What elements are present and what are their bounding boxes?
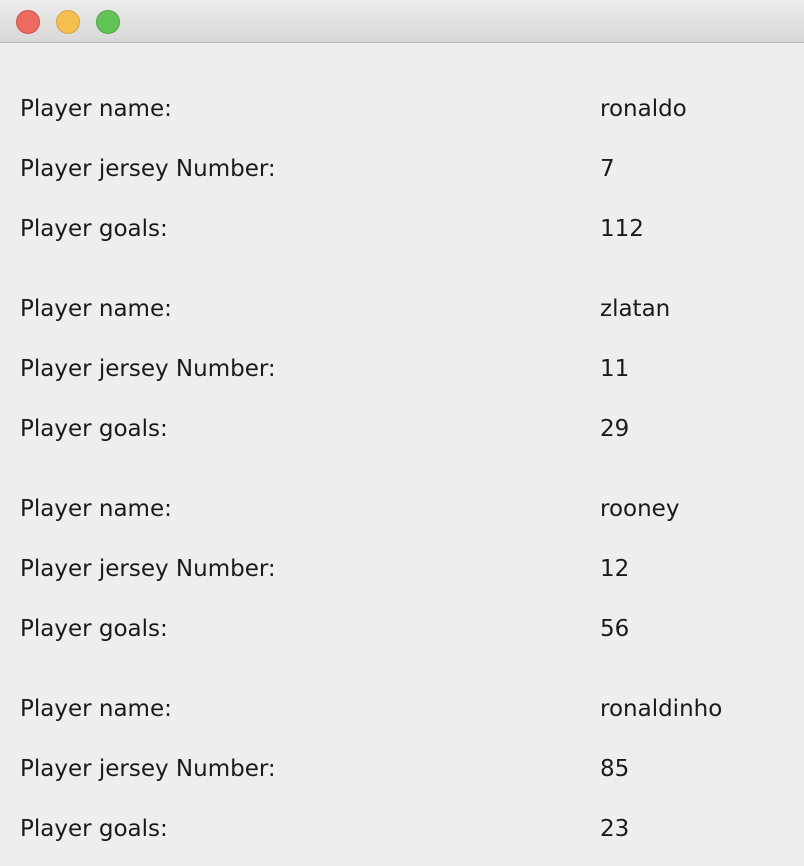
- player-jersey-row: Player jersey Number: 85: [0, 749, 804, 789]
- player-name-value: ronaldinho: [600, 696, 723, 722]
- player-name-row: Player name: rooney: [0, 489, 804, 529]
- player-jersey-label: Player jersey Number:: [20, 556, 276, 582]
- player-name-label: Player name:: [20, 296, 172, 322]
- player-goals-value: 29: [600, 416, 630, 442]
- player-goals-value: 112: [600, 216, 644, 242]
- player-goals-label: Player goals:: [20, 216, 168, 242]
- player-goals-value: 23: [600, 816, 630, 842]
- player-jersey-label: Player jersey Number:: [20, 156, 276, 182]
- player-card: Player name: rooney Player jersey Number…: [0, 489, 804, 669]
- player-card: Player name: zlatan Player jersey Number…: [0, 289, 804, 469]
- player-goals-label: Player goals:: [20, 416, 168, 442]
- title-bar[interactable]: [0, 0, 804, 43]
- close-window-button[interactable]: [16, 10, 40, 34]
- player-name-value: ronaldo: [600, 96, 687, 122]
- player-jersey-value: 11: [600, 356, 630, 382]
- player-goals-row: Player goals: 112: [0, 209, 804, 249]
- player-jersey-value: 12: [600, 556, 630, 582]
- player-goals-row: Player goals: 29: [0, 409, 804, 449]
- player-name-label: Player name:: [20, 696, 172, 722]
- player-goals-value: 56: [600, 616, 630, 642]
- player-jersey-value: 85: [600, 756, 630, 782]
- app-window: Player name: ronaldo Player jersey Numbe…: [0, 0, 804, 866]
- player-goals-row: Player goals: 56: [0, 609, 804, 649]
- player-jersey-label: Player jersey Number:: [20, 756, 276, 782]
- player-name-value: zlatan: [600, 296, 671, 322]
- player-name-row: Player name: ronaldo: [0, 89, 804, 129]
- player-goals-label: Player goals:: [20, 616, 168, 642]
- minimize-window-button[interactable]: [56, 10, 80, 34]
- maximize-window-button[interactable]: [96, 10, 120, 34]
- player-name-row: Player name: zlatan: [0, 289, 804, 329]
- player-name-value: rooney: [600, 496, 680, 522]
- player-jersey-row: Player jersey Number: 11: [0, 349, 804, 389]
- player-list: Player name: ronaldo Player jersey Numbe…: [0, 44, 804, 866]
- player-jersey-row: Player jersey Number: 7: [0, 149, 804, 189]
- player-card: Player name: ronaldinho Player jersey Nu…: [0, 689, 804, 866]
- player-jersey-row: Player jersey Number: 12: [0, 549, 804, 589]
- player-jersey-value: 7: [600, 156, 615, 182]
- player-goals-label: Player goals:: [20, 816, 168, 842]
- player-name-label: Player name:: [20, 96, 172, 122]
- player-jersey-label: Player jersey Number:: [20, 356, 276, 382]
- player-card: Player name: ronaldo Player jersey Numbe…: [0, 89, 804, 269]
- player-goals-row: Player goals: 23: [0, 809, 804, 849]
- player-name-label: Player name:: [20, 496, 172, 522]
- player-name-row: Player name: ronaldinho: [0, 689, 804, 729]
